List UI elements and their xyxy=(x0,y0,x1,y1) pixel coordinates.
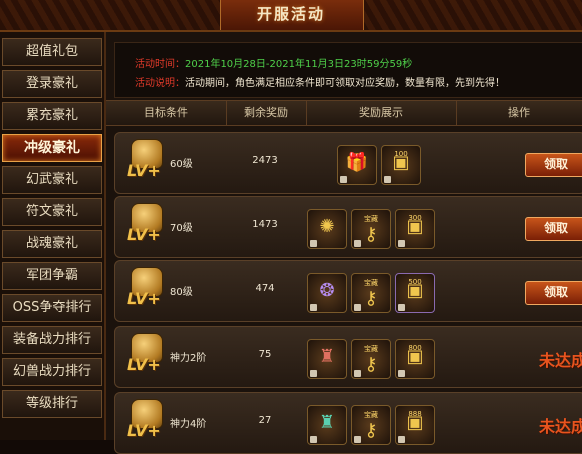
remaining-count: 2473 xyxy=(252,155,278,166)
gold-key-icon[interactable]: 宝藏 ⚷ xyxy=(351,339,391,379)
sidebar-item-login-reward[interactable]: 登录豪礼 xyxy=(2,70,102,98)
remaining-count: 474 xyxy=(255,283,275,294)
sidebar-item-beast-power-ranking[interactable]: 幻兽战力排行 xyxy=(2,358,102,386)
page-title: 开服活动 xyxy=(256,5,325,23)
target-condition: 神力2阶 xyxy=(170,353,207,364)
title-bar: 开服活动 xyxy=(0,0,582,32)
gold-card-icon[interactable]: ▣ 800 xyxy=(395,339,435,379)
table-header: 目标条件 剩余奖励 奖励展示 操作 xyxy=(106,100,582,126)
gold-key-icon[interactable]: 宝藏 ⚷ xyxy=(351,405,391,445)
event-desc-line: 活动说明：活动期间，角色满足相应条件即可领取对应奖励，数量有限，先到先得！ xyxy=(135,74,505,89)
gold-key-icon[interactable]: 宝藏 ⚷ xyxy=(351,209,391,249)
target-condition: 60级 xyxy=(170,159,193,170)
level-up-icon: LV+ xyxy=(127,139,163,187)
sidebar-item-level-ranking[interactable]: 等级排行 xyxy=(2,390,102,418)
sidebar: 超值礼包 登录豪礼 累充豪礼 冲级豪礼 幻武豪礼 符文豪礼 战魂豪礼 军团争霸 … xyxy=(0,32,106,440)
table-row: LV+ 神力2阶 75 ♜ 宝藏 ⚷ ▣ 800 未达成 xyxy=(114,326,582,388)
event-time-line: 活动时间：2021年10月28日-2021年11月3日23时59分59秒 xyxy=(135,55,412,70)
event-info-box: 活动时间：2021年10月28日-2021年11月3日23时59分59秒 活动说… xyxy=(114,42,582,98)
claim-button[interactable]: 领取 xyxy=(525,281,582,305)
table-row: LV+ 60级 2473 🎁 ▣ 100 领取 xyxy=(114,132,582,194)
status-not-reached: 未达成 xyxy=(538,351,582,370)
table-row: LV+ 80级 474 ❂ 宝藏 ⚷ ▣ 500 领取 xyxy=(114,260,582,322)
target-condition: 70级 xyxy=(170,223,193,234)
sidebar-item-rune-reward[interactable]: 符文豪礼 xyxy=(2,198,102,226)
armor-icon[interactable]: ♜ xyxy=(307,339,347,379)
sidebar-item-soul-reward[interactable]: 战魂豪礼 xyxy=(2,230,102,258)
gold-card-icon[interactable]: ▣ 100 xyxy=(381,145,421,185)
event-time-label: 活动时间： xyxy=(135,59,185,70)
gold-card-icon[interactable]: ▣ 300 xyxy=(395,209,435,249)
level-up-icon: LV+ xyxy=(127,267,163,315)
gold-card-icon[interactable]: ▣ 500 xyxy=(395,273,435,313)
target-condition: 80级 xyxy=(170,287,193,298)
sidebar-item-boss-ranking[interactable]: OSS争夺排行 xyxy=(2,294,102,322)
event-desc-value: 活动期间，角色满足相应条件即可领取对应奖励，数量有限，先到先得！ xyxy=(185,78,505,89)
gift-box-icon[interactable]: 🎁 xyxy=(337,145,377,185)
header-remaining: 剩余奖励 xyxy=(226,101,307,125)
event-desc-label: 活动说明： xyxy=(135,78,185,89)
main-content: 活动时间：2021年10月28日-2021年11月3日23时59分59秒 活动说… xyxy=(106,32,582,454)
remaining-count: 75 xyxy=(258,349,272,360)
table-row: LV+ 70级 1473 ✺ 宝藏 ⚷ ▣ 300 领取 xyxy=(114,196,582,258)
table-row: LV+ 神力4阶 27 ♜ 宝藏 ⚷ ▣ 888 未达成 xyxy=(114,392,582,454)
remaining-count: 27 xyxy=(258,415,272,426)
pet-egg-icon[interactable]: ✺ xyxy=(307,209,347,249)
sidebar-item-phantom-weapon-reward[interactable]: 幻武豪礼 xyxy=(2,166,102,194)
emblem-icon[interactable]: ❂ xyxy=(307,273,347,313)
sidebar-item-recharge-reward[interactable]: 累充豪礼 xyxy=(2,102,102,130)
sidebar-item-equip-power-ranking[interactable]: 装备战力排行 xyxy=(2,326,102,354)
event-time-value: 2021年10月28日-2021年11月3日23时59分59秒 xyxy=(185,59,413,70)
header-action: 操作 xyxy=(508,106,530,119)
header-rewards: 奖励展示 xyxy=(306,101,457,125)
level-up-icon: LV+ xyxy=(127,333,163,381)
target-condition: 神力4阶 xyxy=(170,419,207,430)
sidebar-item-level-reward[interactable]: 冲级豪礼 xyxy=(2,134,102,162)
remaining-count: 1473 xyxy=(252,219,278,230)
claim-button[interactable]: 领取 xyxy=(525,153,582,177)
armor-icon[interactable]: ♜ xyxy=(307,405,347,445)
sidebar-item-legion-battle[interactable]: 军团争霸 xyxy=(2,262,102,290)
header-target: 目标条件 xyxy=(106,101,227,125)
gold-key-icon[interactable]: 宝藏 ⚷ xyxy=(351,273,391,313)
claim-button[interactable]: 领取 xyxy=(525,217,582,241)
level-up-icon: LV+ xyxy=(127,203,163,251)
status-not-reached: 未达成 xyxy=(538,417,582,436)
sidebar-item-value-pack[interactable]: 超值礼包 xyxy=(2,38,102,66)
gold-card-icon[interactable]: ▣ 888 xyxy=(395,405,435,445)
